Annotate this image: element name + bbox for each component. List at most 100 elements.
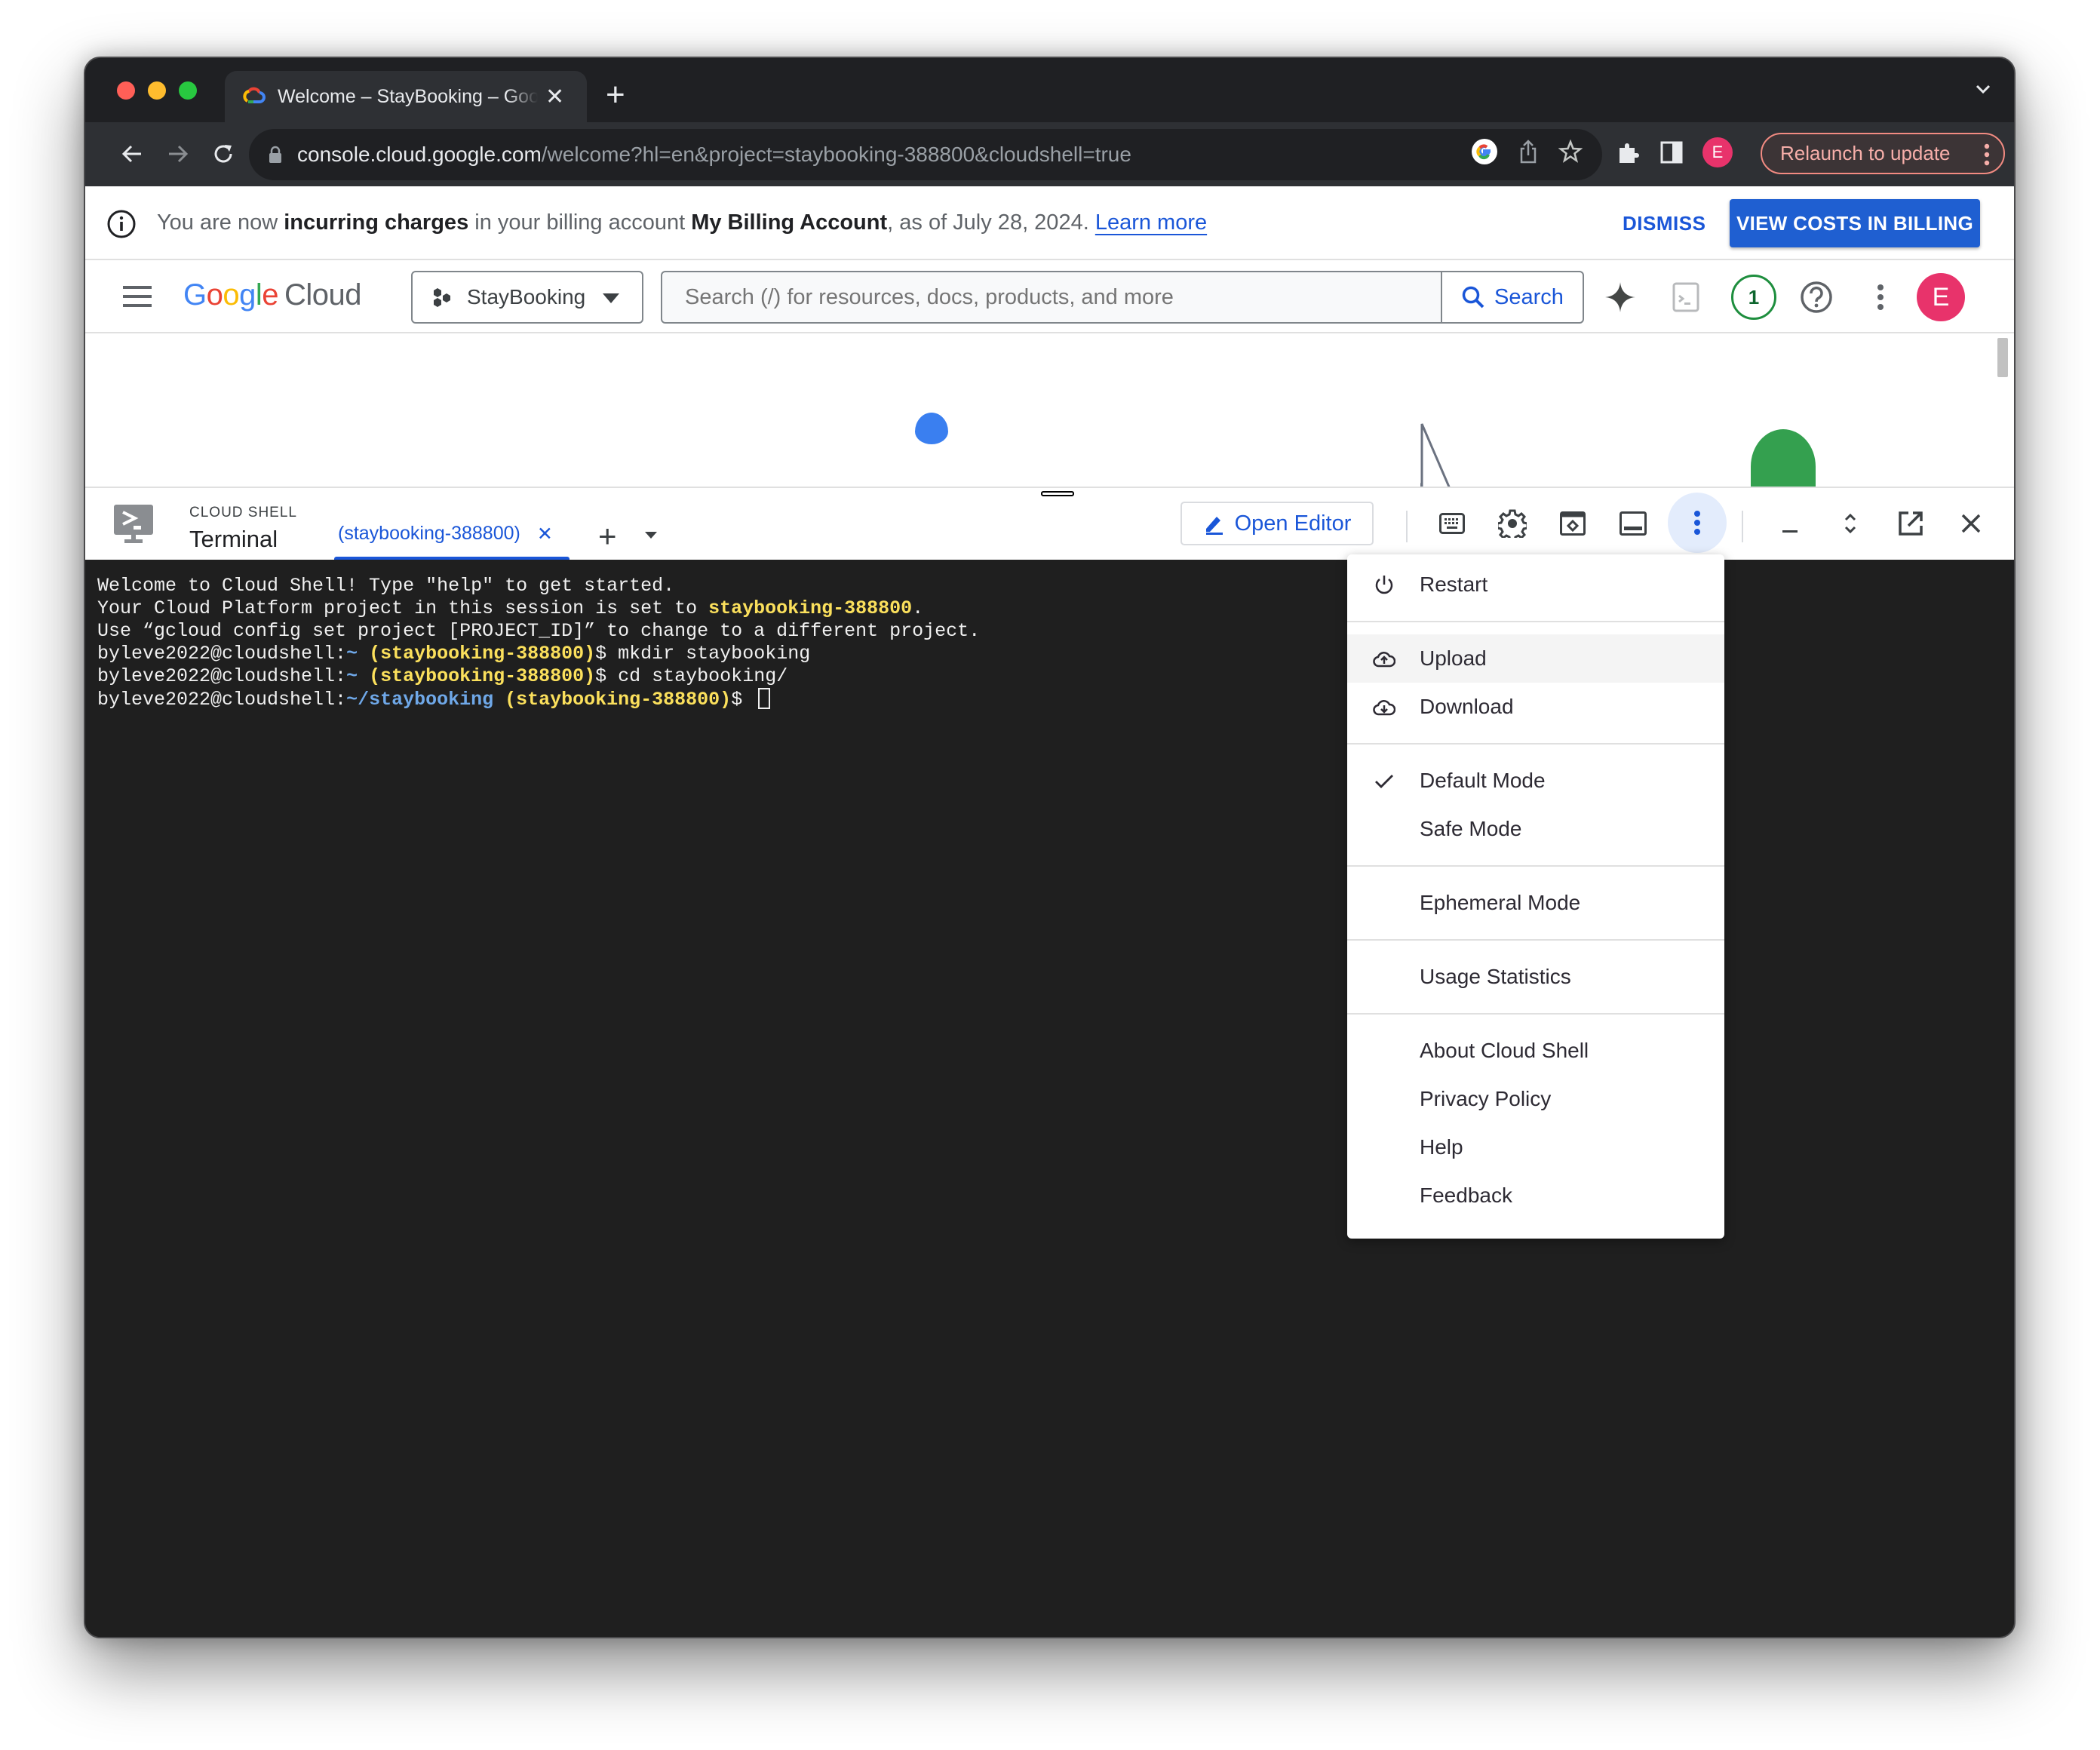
web-preview-icon[interactable] (1554, 505, 1592, 542)
pencil-icon (1205, 517, 1223, 535)
learn-more-link[interactable]: Learn more (1095, 210, 1207, 235)
open-in-new-window-icon[interactable] (1892, 505, 1930, 542)
menu-item-download[interactable]: Download (1347, 683, 1724, 731)
project-hexagon-icon (434, 288, 450, 307)
address-bar[interactable]: console.cloud.google.com/welcome?hl=en&p… (249, 129, 1602, 180)
logo-letter: o (223, 278, 240, 312)
logo-letter: l (255, 278, 262, 312)
search-icon (1462, 286, 1484, 309)
search-box: Search (661, 271, 1584, 324)
browser-profile-avatar[interactable]: E (1702, 137, 1733, 167)
activate-cloud-shell-icon[interactable] (1667, 278, 1705, 316)
dismiss-button[interactable]: DISMISS (1623, 212, 1705, 235)
tab-title: Welcome – StayBooking – Google Cloud con… (278, 85, 538, 107)
menu-item-safe-mode[interactable]: Safe Mode (1347, 805, 1724, 853)
menu-item-privacy-policy[interactable]: Privacy Policy (1347, 1075, 1724, 1123)
power-icon (1373, 574, 1395, 597)
settings-gear-icon[interactable] (1494, 505, 1531, 542)
logo-letter: g (239, 278, 256, 312)
open-editor-button[interactable]: Open Editor (1180, 502, 1374, 545)
terminal-output[interactable]: Welcome to Cloud Shell! Type "help" to g… (85, 560, 2014, 1637)
keyboard-icon[interactable] (1433, 505, 1471, 542)
working-directory-text: ~/staybooking (346, 689, 494, 711)
notifications-count: 1 (1731, 275, 1776, 320)
relaunch-to-update-button[interactable]: Relaunch to update (1761, 133, 2005, 174)
menu-item-label: Download (1420, 695, 1514, 718)
session-dropdown-icon[interactable] (645, 532, 657, 539)
session-tab-label: (staybooking-388800) (338, 523, 520, 544)
project-id-text: (staybooking-388800) (505, 689, 732, 711)
google-lens-icon[interactable] (1471, 138, 1498, 165)
menu-divider (1347, 621, 1724, 622)
check-icon (1373, 770, 1395, 793)
session-tab-close-icon[interactable]: ✕ (537, 523, 553, 545)
browser-window: Welcome – StayBooking – Google Cloud con… (84, 57, 2016, 1638)
terminal-text: $ cd staybooking/ (595, 665, 788, 687)
billing-text: in your billing account (468, 210, 692, 235)
cloud-shell-title: Terminal (189, 526, 278, 552)
forward-icon[interactable] (163, 139, 193, 169)
cloud-shell-label: CLOUD SHELL (189, 505, 297, 520)
bookmark-star-icon[interactable] (1558, 140, 1583, 164)
terminal-text: byleve2022@cloudshell: (97, 665, 347, 687)
side-panel-icon[interactable] (1660, 140, 1683, 164)
menu-item-label: Ephemeral Mode (1420, 891, 1581, 914)
help-icon[interactable] (1798, 278, 1835, 316)
terminal-session-tab[interactable]: (staybooking-388800) ✕ (334, 523, 570, 560)
project-picker[interactable]: StayBooking (411, 271, 643, 324)
tab-search-chevron-icon[interactable] (1975, 81, 1991, 97)
billing-date: , as of July 28, 2024. (887, 210, 1095, 235)
terminal-text: byleve2022@cloudshell: (97, 689, 347, 711)
account-avatar[interactable]: E (1917, 273, 1965, 321)
view-costs-in-billing-button[interactable]: VIEW COSTS IN BILLING (1730, 199, 1980, 247)
google-cloud-favicon-icon (243, 87, 266, 103)
menu-divider (1347, 865, 1724, 867)
menu-item-label: About Cloud Shell (1420, 1039, 1589, 1062)
close-cloud-shell-icon[interactable] (1952, 505, 1990, 542)
search-button[interactable]: Search (1441, 272, 1583, 322)
menu-item-ephemeral-mode[interactable]: Ephemeral Mode (1347, 879, 1724, 927)
extensions-puzzle-icon[interactable] (1616, 140, 1641, 164)
notifications-badge[interactable]: 1 (1731, 275, 1776, 320)
close-window-button[interactable] (117, 81, 135, 100)
url-path: /welcome?hl=en&project=staybooking-38880… (541, 143, 1131, 166)
new-tab-icon[interactable]: + (606, 76, 625, 114)
search-button-label: Search (1494, 284, 1564, 309)
reload-icon[interactable] (208, 139, 238, 169)
welcome-page-content (85, 333, 2014, 488)
browser-menu-icon[interactable] (1984, 143, 1990, 166)
minimize-window-button[interactable] (148, 81, 166, 100)
back-icon[interactable] (117, 139, 147, 169)
menu-item-about-cloud-shell[interactable]: About Cloud Shell (1347, 1027, 1724, 1075)
browser-tab[interactable]: Welcome – StayBooking – Google Cloud con… (225, 71, 587, 122)
search-input[interactable] (662, 272, 1439, 322)
terminal-layout-icon[interactable] (1614, 505, 1652, 542)
google-cloud-logo[interactable]: Google Cloud (183, 278, 362, 312)
page-scrollbar[interactable] (1997, 338, 2008, 377)
gemini-sparkle-icon[interactable] (1601, 278, 1639, 316)
info-icon (107, 210, 136, 238)
menu-item-feedback[interactable]: Feedback (1347, 1171, 1724, 1220)
open-editor-label: Open Editor (1234, 511, 1352, 536)
resize-drag-handle[interactable] (1041, 491, 1074, 496)
menu-item-usage-statistics[interactable]: Usage Statistics (1347, 953, 1724, 1001)
more-options-icon[interactable] (1862, 278, 1899, 316)
cloud-shell-more-menu: Restart Upload Download Default Mode Safe Mo… (1347, 554, 1724, 1239)
minimize-panel-icon[interactable] (1771, 505, 1809, 542)
menu-item-default-mode[interactable]: Default Mode (1347, 757, 1724, 805)
illustration-line-shape (1420, 423, 1451, 488)
menu-divider (1347, 939, 1724, 941)
menu-item-restart[interactable]: Restart (1347, 560, 1724, 609)
add-session-icon[interactable]: + (598, 518, 617, 554)
restore-panel-icon[interactable] (1831, 505, 1869, 542)
tab-close-icon[interactable]: ✕ (545, 84, 564, 110)
zoom-window-button[interactable] (179, 81, 197, 100)
project-id-text: staybooking-388800 (708, 597, 913, 619)
share-icon[interactable] (1518, 139, 1539, 164)
billing-text: You are now (157, 210, 284, 235)
main-menu-hamburger-icon[interactable] (123, 286, 152, 307)
menu-item-help[interactable]: Help (1347, 1123, 1724, 1171)
terminal-text: byleve2022@cloudshell: (97, 643, 347, 665)
more-options-kebab-icon[interactable] (1668, 493, 1727, 553)
menu-item-upload[interactable]: Upload (1347, 634, 1724, 683)
